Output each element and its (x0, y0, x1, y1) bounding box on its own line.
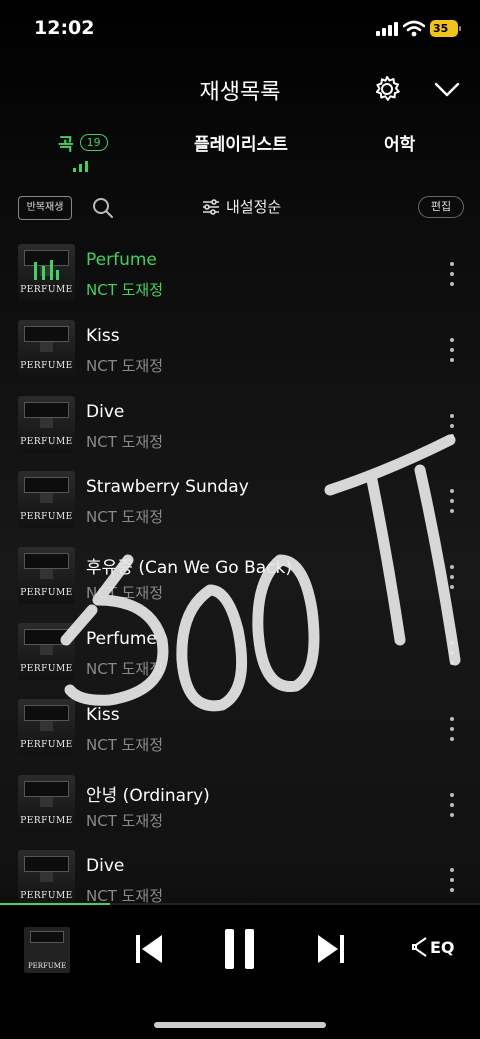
more-options-icon[interactable] (448, 716, 456, 741)
sort-label: 내설정순 (226, 198, 282, 216)
repeat-button[interactable]: 반복재생 (18, 196, 72, 220)
song-artist: NCT 도재정 (86, 281, 164, 299)
song-row[interactable]: PERFUME Kiss NCT 도재정 (0, 695, 480, 770)
pause-icon[interactable] (222, 927, 258, 971)
song-row[interactable]: PERFUME Perfume NCT 도재정 (0, 240, 480, 315)
song-row[interactable]: PERFUME Kiss NCT 도재정 (0, 316, 480, 391)
song-title: Perfume (86, 629, 157, 649)
album-cover: PERFUME (18, 623, 75, 680)
tab-songs[interactable]: 곡 19 (58, 130, 108, 155)
sort-button[interactable]: 내설정순 (202, 196, 281, 217)
gear-icon[interactable] (372, 74, 402, 104)
song-title: Dive (86, 856, 125, 877)
page-title: 재생목록 (199, 80, 281, 105)
eq-label: EQ (430, 937, 455, 957)
song-title: Kiss (86, 325, 120, 346)
playlist-screen: 12:02 35 재생목록 곡 19 플레이리스트 어학 반복재생 내설정순 편… (0, 0, 480, 1039)
album-cover-label: PERFUME (20, 285, 73, 295)
battery-icon: 35 (430, 20, 461, 37)
song-artist: NCT 도재정 (86, 356, 164, 375)
album-cover: PERFUME (18, 547, 75, 605)
song-row[interactable]: PERFUME Strawberry Sunday NCT 도재정 (0, 467, 480, 542)
chevron-down-icon[interactable] (434, 78, 460, 100)
speaker-icon (412, 937, 427, 957)
song-title: Dive (86, 401, 125, 422)
more-options-icon[interactable] (448, 641, 456, 665)
equalizer-button[interactable]: EQ (412, 935, 455, 959)
album-cover: PERFUME (18, 319, 75, 377)
song-artist: NCT 도재정 (86, 584, 164, 603)
now-playing-cover-label: PERFUME (27, 962, 67, 970)
song-artist: NCT 도재정 (86, 508, 164, 527)
song-artist: NCT 도재정 (86, 660, 164, 678)
now-playing-cover[interactable]: PERFUME (24, 927, 70, 973)
song-title: Perfume (86, 250, 157, 270)
album-cover-label: PERFUME (20, 360, 73, 371)
song-title: 후유증 (Can We Go Back) (86, 558, 292, 579)
more-options-icon[interactable] (448, 565, 456, 590)
album-cover: PERFUME (18, 774, 75, 832)
tab-language[interactable]: 어학 (384, 130, 415, 155)
more-options-icon[interactable] (448, 792, 456, 817)
more-options-icon[interactable] (448, 489, 456, 514)
mini-player: PERFUME EQ (0, 905, 480, 1039)
edit-button[interactable]: 편집 (418, 196, 464, 218)
album-cover-label: PERFUME (20, 512, 73, 523)
album-cover-label: PERFUME (20, 891, 73, 902)
album-cover-label: PERFUME (20, 815, 73, 826)
album-cover-label: PERFUME (20, 739, 73, 750)
song-row[interactable]: PERFUME Perfume NCT 도재정 (0, 619, 480, 694)
tab-songs-label: 곡 (58, 135, 74, 155)
status-bar: 12:02 35 (0, 0, 480, 60)
album-cover: PERFUME (18, 244, 75, 301)
song-artist: NCT 도재정 (86, 432, 164, 451)
album-cover: PERFUME (18, 395, 75, 453)
album-cover: PERFUME (18, 698, 75, 756)
album-cover-label: PERFUME (20, 588, 73, 599)
more-options-icon[interactable] (448, 262, 456, 286)
song-row[interactable]: PERFUME 후유증 (Can We Go Back) NCT 도재정 (0, 543, 480, 618)
next-track-icon[interactable] (316, 927, 346, 971)
song-title: Strawberry Sunday (86, 477, 249, 498)
status-time: 12:02 (34, 17, 95, 39)
wifi-icon (403, 20, 425, 37)
song-title: 안녕 (Ordinary) (86, 785, 210, 806)
now-playing-bars-icon (73, 160, 89, 172)
album-cover: PERFUME (18, 850, 75, 908)
more-options-icon[interactable] (448, 413, 456, 438)
more-options-icon[interactable] (448, 868, 456, 893)
more-options-icon[interactable] (448, 337, 456, 362)
song-row[interactable]: PERFUME Dive NCT 도재정 (0, 392, 480, 467)
song-title: Kiss (86, 704, 120, 725)
battery-level: 35 (433, 22, 449, 35)
album-cover: PERFUME (18, 471, 75, 529)
sliders-icon (203, 198, 219, 215)
song-artist: NCT 도재정 (86, 735, 164, 754)
song-row[interactable]: PERFUME 안녕 (Ordinary) NCT 도재정 (0, 771, 480, 846)
cellular-signal-icon (376, 22, 398, 36)
album-cover-label: PERFUME (20, 664, 73, 674)
search-icon[interactable] (92, 197, 114, 219)
tab-playlist[interactable]: 플레이리스트 (194, 130, 288, 155)
song-artist: NCT 도재정 (86, 811, 164, 830)
song-count-badge: 19 (79, 134, 108, 151)
previous-track-icon[interactable] (134, 927, 164, 971)
now-playing-bars-icon (32, 258, 60, 280)
album-cover-label: PERFUME (20, 436, 73, 447)
home-indicator[interactable] (154, 1022, 326, 1028)
